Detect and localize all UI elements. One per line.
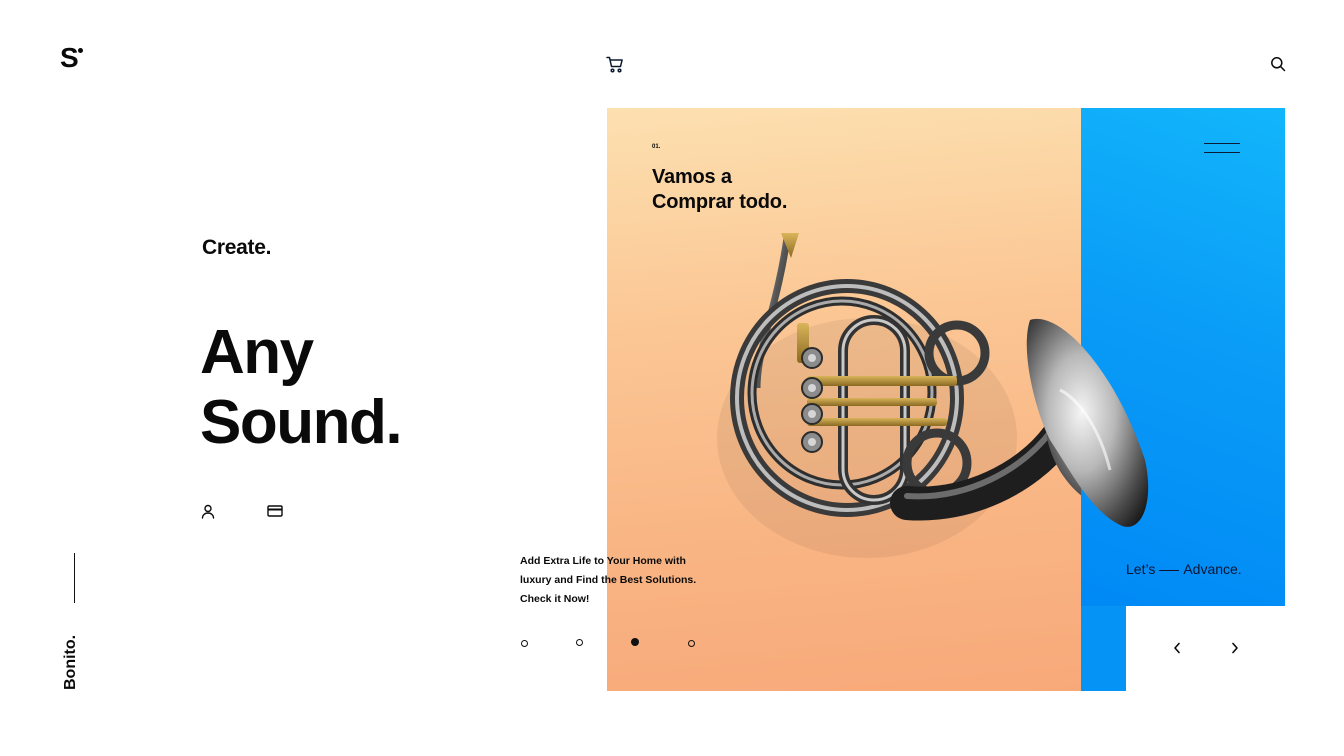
- hero-kicker: Create.: [202, 236, 272, 259]
- logo-letter: S: [60, 42, 79, 73]
- logo-dot: [77, 48, 83, 53]
- chevron-right-icon[interactable]: [1225, 638, 1245, 658]
- advance-left-text: Let’s: [1126, 561, 1156, 577]
- description-line-1: Add Extra Life to Your Home with: [520, 555, 686, 567]
- headline-line-1: Any: [200, 318, 314, 387]
- carousel-dot-2[interactable]: [576, 639, 583, 646]
- horn-bell-illustration: [1026, 318, 1149, 527]
- brand-logo[interactable]: S: [60, 42, 83, 73]
- advance-link[interactable]: Let’s Advance.: [1126, 561, 1242, 577]
- advance-right-text: Advance.: [1183, 561, 1242, 577]
- slide-title-line-2: Comprar todo.: [652, 191, 788, 213]
- search-icon[interactable]: [1268, 54, 1288, 74]
- headline-line-2: Sound.: [200, 388, 403, 457]
- side-vertical-label: Bonito.: [62, 634, 79, 690]
- slide-number: 01.: [652, 144, 661, 150]
- carousel-dot-1[interactable]: [521, 640, 528, 647]
- menu-line-bottom: [1204, 152, 1240, 153]
- shopping-cart-icon[interactable]: [604, 54, 626, 74]
- carousel-dot-3-active[interactable]: [631, 638, 639, 646]
- menu-line-top: [1204, 143, 1240, 144]
- description: Add Extra Life to Your Home with luxury …: [520, 552, 710, 609]
- chevron-left-icon[interactable]: [1167, 638, 1187, 658]
- menu-icon[interactable]: [1200, 140, 1244, 158]
- slide-title: Vamos a Comprar todo.: [652, 165, 787, 215]
- side-divider: [74, 553, 75, 603]
- advance-dash: [1159, 569, 1180, 571]
- slide-title-line-1: Vamos a: [652, 166, 732, 188]
- credit-card-icon[interactable]: [266, 503, 284, 519]
- hero-headline: Any Sound.: [200, 318, 403, 458]
- description-line-2: luxury and Find the Best Solutions.: [520, 574, 697, 586]
- user-icon[interactable]: [199, 502, 217, 520]
- carousel-dot-4[interactable]: [688, 640, 695, 647]
- description-line-3: Check it Now!: [520, 593, 590, 605]
- blue-panel-strip: [1081, 606, 1126, 691]
